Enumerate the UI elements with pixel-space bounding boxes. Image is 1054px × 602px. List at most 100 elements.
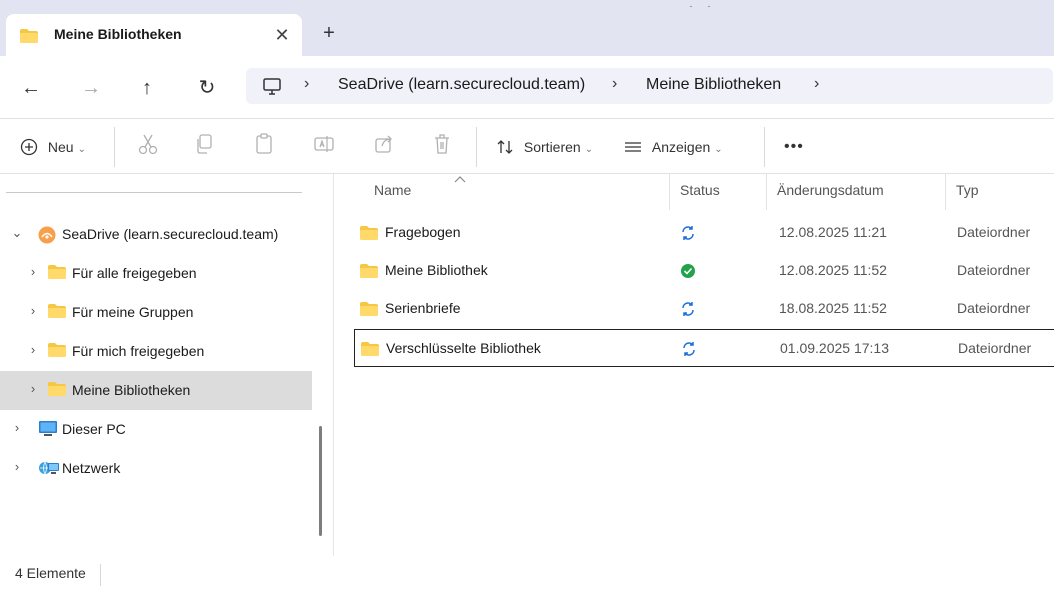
seadrive-icon xyxy=(38,226,56,247)
expand-arrow-icon[interactable]: › xyxy=(10,420,24,435)
sidebar-item-label: SeaDrive (learn.securecloud.team) xyxy=(62,226,279,242)
sidebar-item-netzwerk[interactable]: › Netzwerk xyxy=(0,449,312,488)
paste-button[interactable] xyxy=(254,133,274,161)
file-row[interactable]: Serienbriefe 18.08.2025 11:52 Dateiordne… xyxy=(354,290,1054,328)
more-options-button[interactable]: ••• xyxy=(784,133,804,161)
rename-icon xyxy=(314,136,334,152)
tab-title: Meine Bibliotheken xyxy=(54,26,182,42)
folder-icon xyxy=(48,343,66,360)
close-tab-button[interactable]: ✕ xyxy=(270,23,294,47)
sidebar-item-label: Netzwerk xyxy=(62,460,121,476)
tab-meine-bibliotheken[interactable]: Meine Bibliotheken ✕ xyxy=(6,14,302,56)
copy-button[interactable] xyxy=(194,133,214,161)
column-header-name[interactable]: Name xyxy=(374,182,411,198)
sort-button[interactable]: Sortieren ⌄ xyxy=(496,133,593,161)
sidebar-item-label: Dieser PC xyxy=(62,421,126,437)
sidebar-item-dieser-pc[interactable]: › Dieser PC xyxy=(0,410,312,449)
view-button[interactable]: Anzeigen ⌄ xyxy=(624,133,723,161)
expand-arrow-icon[interactable]: ⌄ xyxy=(10,225,24,241)
refresh-button[interactable]: ↻ xyxy=(192,73,222,103)
cut-button[interactable] xyxy=(138,133,158,161)
column-divider[interactable] xyxy=(945,174,946,210)
file-list: Name Status Änderungsdatum Typ Frageboge… xyxy=(334,174,1054,556)
new-label: Neu xyxy=(47,139,74,155)
computer-icon xyxy=(262,76,282,99)
file-type: Dateiordner xyxy=(958,340,1032,356)
folder-icon xyxy=(48,304,66,321)
breadcrumb-separator: › xyxy=(612,75,618,92)
file-date: 12.08.2025 11:21 xyxy=(779,224,887,240)
expand-arrow-icon[interactable]: › xyxy=(10,459,24,474)
folder-icon xyxy=(48,265,66,282)
sort-label: Sortieren xyxy=(523,139,581,155)
breadcrumb-separator[interactable]: › xyxy=(814,75,819,93)
file-row[interactable]: Meine Bibliothek 12.08.2025 11:52 Dateio… xyxy=(354,252,1054,290)
column-divider[interactable] xyxy=(766,174,767,210)
toolbar-divider xyxy=(476,127,477,167)
status-divider xyxy=(100,564,101,586)
sidebar-item-label: Für mich freigegeben xyxy=(72,343,205,359)
title-bar-remnant xyxy=(660,0,760,7)
sync-pending-icon xyxy=(680,225,696,244)
sidebar-item-fuer-alle-freigegeben[interactable]: › Für alle freigegeben xyxy=(0,254,312,293)
file-name: Serienbriefe xyxy=(385,300,461,316)
pc-icon xyxy=(38,421,58,440)
sync-pending-icon xyxy=(681,341,697,360)
chevron-down-icon: ⌄ xyxy=(714,144,723,155)
column-header-type[interactable]: Typ xyxy=(956,182,979,198)
view-lines-icon xyxy=(625,142,641,152)
file-name: Fragebogen xyxy=(385,224,461,240)
file-date: 12.08.2025 11:52 xyxy=(779,262,887,278)
expand-arrow-icon[interactable]: › xyxy=(26,264,40,279)
file-row[interactable]: Verschlüsselte Bibliothek 01.09.2025 17:… xyxy=(354,329,1054,367)
synced-check-icon xyxy=(680,263,696,282)
folder-icon xyxy=(20,29,38,46)
column-header-date[interactable]: Änderungsdatum xyxy=(777,182,884,198)
toolbar-divider xyxy=(114,127,115,167)
sidebar-scrollbar[interactable] xyxy=(319,426,322,536)
breadcrumb-seadrive[interactable]: SeaDrive (learn.securecloud.team) xyxy=(338,76,585,94)
sidebar-item-label: Für alle freigegeben xyxy=(72,265,197,281)
sidebar-item-fuer-mich-freigegeben[interactable]: › Für mich freigegeben xyxy=(0,332,312,371)
forward-button[interactable]: → xyxy=(76,73,106,103)
plus-circle-icon xyxy=(20,138,38,156)
breadcrumb-separator: › xyxy=(304,75,310,92)
file-date: 18.08.2025 11:52 xyxy=(779,300,887,316)
address-bar[interactable]: › SeaDrive (learn.securecloud.team) › Me… xyxy=(246,68,1053,104)
breadcrumb-meine-bibliotheken[interactable]: Meine Bibliotheken xyxy=(646,76,781,94)
clipboard-icon xyxy=(256,133,272,154)
sidebar-item-label: Für meine Gruppen xyxy=(72,304,194,320)
file-name: Meine Bibliothek xyxy=(385,262,488,278)
column-header-status[interactable]: Status xyxy=(680,182,720,198)
delete-button[interactable] xyxy=(432,133,452,161)
rename-button[interactable] xyxy=(314,133,334,161)
trash-icon xyxy=(435,134,449,154)
view-label: Anzeigen xyxy=(651,139,711,155)
sidebar-item-seadrive[interactable]: ⌄ SeaDrive (learn.securecloud.team) xyxy=(0,215,312,254)
expand-arrow-icon[interactable]: › xyxy=(26,381,40,396)
column-divider[interactable] xyxy=(669,174,670,210)
chevron-down-icon: ⌄ xyxy=(77,144,86,155)
expand-arrow-icon[interactable]: › xyxy=(26,303,40,318)
file-row[interactable]: Fragebogen 12.08.2025 11:21 Dateiordner xyxy=(354,214,1054,252)
sidebar-item-meine-bibliotheken[interactable]: › Meine Bibliotheken xyxy=(0,371,312,410)
scissors-icon xyxy=(138,134,158,155)
folder-icon xyxy=(360,302,378,319)
sidebar-divider xyxy=(6,192,302,193)
item-count: 4 Elemente xyxy=(15,565,86,581)
expand-arrow-icon[interactable]: › xyxy=(26,342,40,357)
share-button[interactable] xyxy=(374,133,394,161)
up-button[interactable]: ↑ xyxy=(132,73,162,103)
file-type: Dateiordner xyxy=(957,224,1031,240)
new-tab-button[interactable]: + xyxy=(318,22,340,44)
back-button[interactable]: ← xyxy=(16,73,46,103)
file-date: 01.09.2025 17:13 xyxy=(780,340,889,356)
sort-ascending-icon xyxy=(454,172,466,186)
new-button[interactable]: Neu ⌄ xyxy=(20,133,86,161)
network-icon xyxy=(38,460,60,481)
share-icon xyxy=(375,135,392,153)
folder-icon xyxy=(360,226,378,243)
toolbar-divider xyxy=(764,127,765,167)
sort-icon xyxy=(497,140,513,154)
sidebar-item-fuer-meine-gruppen[interactable]: › Für meine Gruppen xyxy=(0,293,312,332)
